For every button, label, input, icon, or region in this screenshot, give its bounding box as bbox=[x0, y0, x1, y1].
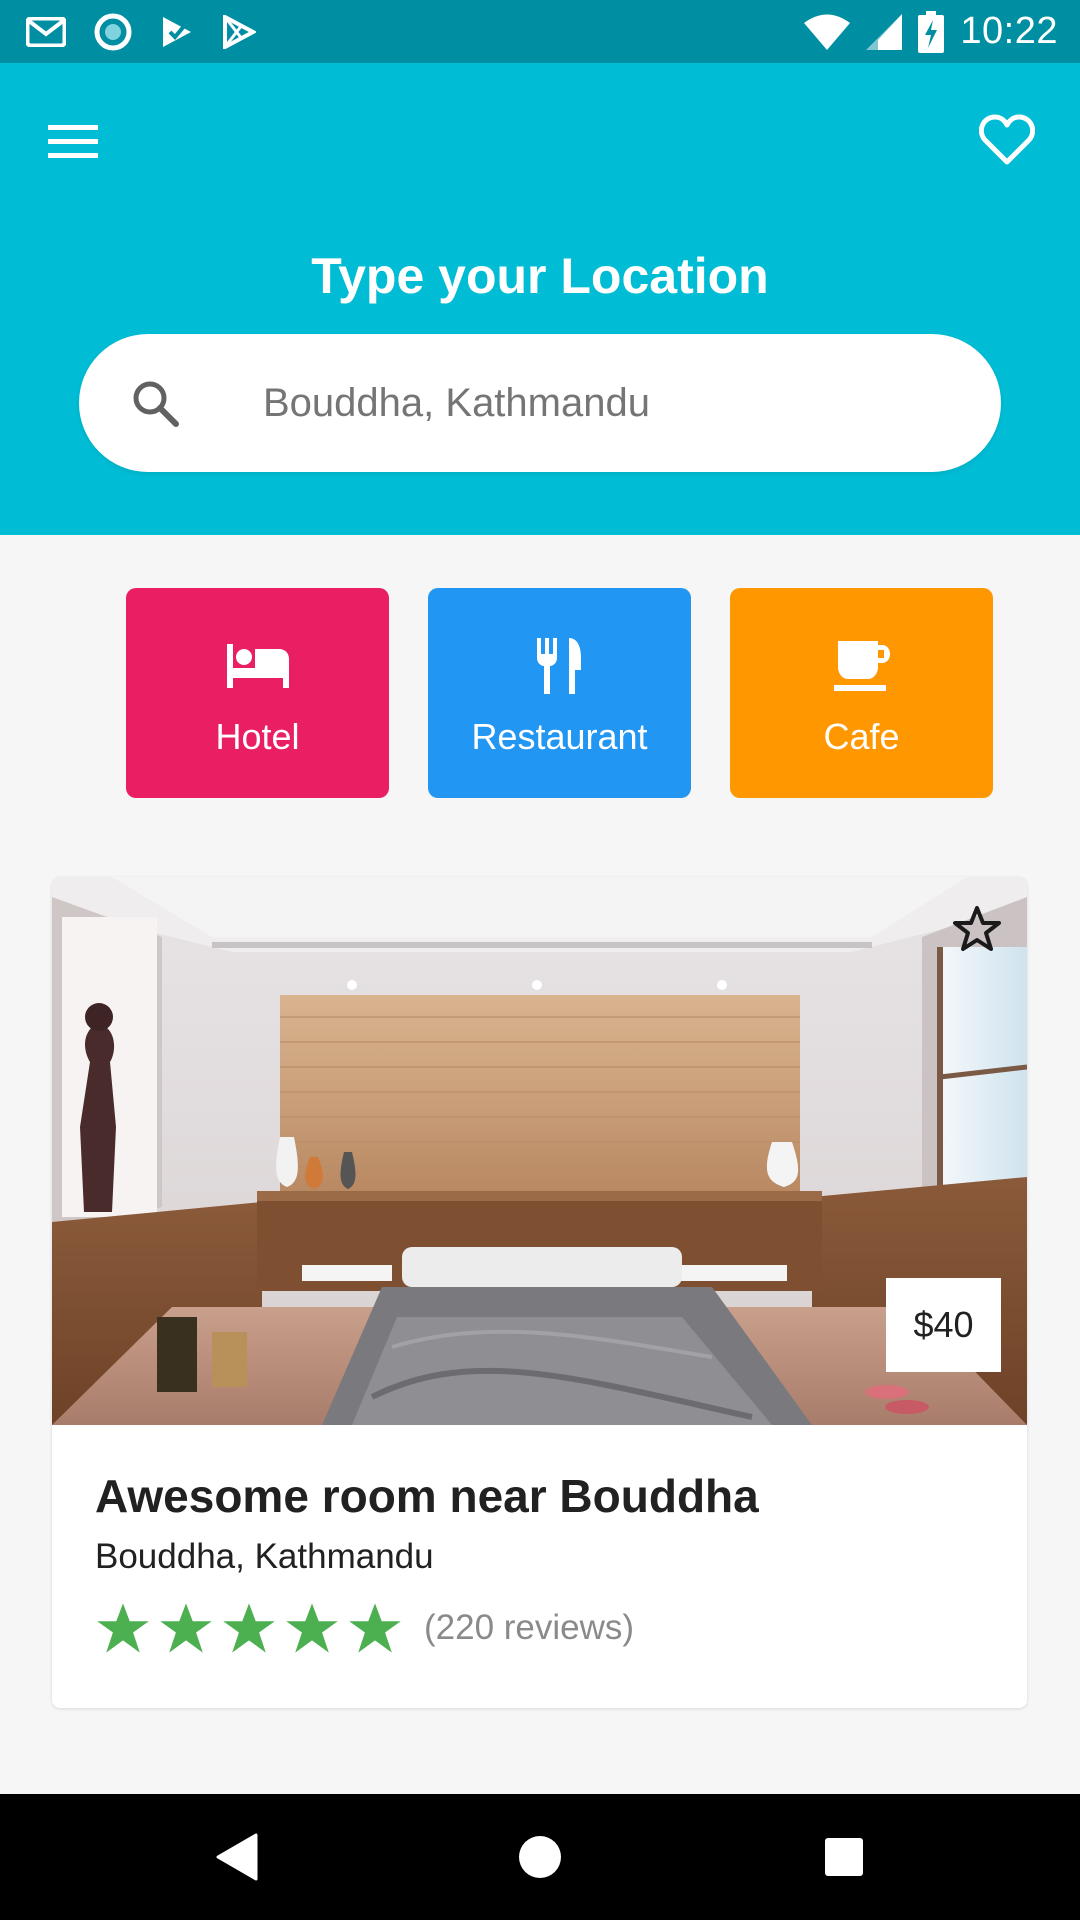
status-notifications bbox=[26, 13, 284, 51]
category-hotel-label: Hotel bbox=[215, 716, 300, 757]
favorite-star-button[interactable] bbox=[949, 901, 1005, 957]
rating-star-icon bbox=[97, 1603, 149, 1653]
battery-charging-icon bbox=[918, 10, 945, 53]
rating-star-icon bbox=[286, 1603, 338, 1653]
category-hotel-button[interactable]: Hotel bbox=[126, 588, 389, 798]
price-badge: $40 bbox=[886, 1278, 1001, 1372]
listing-title: Awesome room near Bouddha bbox=[95, 1470, 759, 1522]
heart-icon bbox=[979, 114, 1035, 165]
tasks-icon bbox=[160, 15, 194, 49]
page-title: Type your Location bbox=[311, 248, 769, 304]
home-button[interactable] bbox=[510, 1827, 570, 1887]
menu-button[interactable] bbox=[46, 115, 100, 169]
status-time: 10:22 bbox=[960, 10, 1058, 52]
bed-icon bbox=[226, 644, 289, 688]
listing-rating: (220 reviews) bbox=[95, 1601, 634, 1655]
play-store-icon bbox=[222, 14, 256, 49]
search-input[interactable] bbox=[261, 364, 941, 442]
room-photo bbox=[52, 877, 1027, 1425]
utensils-icon bbox=[536, 638, 581, 694]
reviews-count: (220 reviews) bbox=[424, 1608, 635, 1647]
rating-star-icon bbox=[160, 1603, 212, 1653]
rating-star-icon bbox=[223, 1603, 275, 1653]
category-cafe-button[interactable]: Cafe bbox=[730, 588, 993, 798]
rating-stars bbox=[95, 1601, 410, 1655]
menu-icon bbox=[48, 125, 98, 158]
category-row: Hotel Restaurant Cafe bbox=[126, 588, 993, 798]
status-system: 10:22 bbox=[788, 10, 1058, 53]
listing-location: Bouddha, Kathmandu bbox=[95, 1537, 434, 1576]
back-button[interactable] bbox=[206, 1827, 266, 1887]
rating-star-icon bbox=[349, 1603, 401, 1653]
search-icon bbox=[133, 381, 179, 427]
wifi-icon bbox=[804, 14, 851, 50]
home-icon bbox=[519, 1836, 561, 1878]
back-icon bbox=[216, 1833, 258, 1881]
recents-icon bbox=[825, 1838, 863, 1876]
navigation-bar bbox=[0, 1794, 1080, 1920]
header: Type your Location bbox=[0, 63, 1080, 535]
favorites-button[interactable] bbox=[974, 107, 1040, 173]
category-restaurant-label: Restaurant bbox=[471, 716, 648, 757]
search-box[interactable] bbox=[79, 334, 1001, 472]
coffee-cup-icon bbox=[833, 641, 890, 691]
category-restaurant-button[interactable]: Restaurant bbox=[428, 588, 691, 798]
signal-icon bbox=[866, 13, 903, 50]
star-outline-icon bbox=[953, 906, 1001, 951]
recents-button[interactable] bbox=[814, 1827, 874, 1887]
category-cafe-label: Cafe bbox=[823, 716, 900, 757]
status-bar: 10:22 bbox=[0, 0, 1080, 63]
gmail-icon bbox=[26, 16, 66, 47]
listing-card[interactable]: $40 Awesome room near Bouddha Bouddha, K… bbox=[52, 877, 1027, 1708]
circle-app-icon bbox=[94, 13, 132, 51]
